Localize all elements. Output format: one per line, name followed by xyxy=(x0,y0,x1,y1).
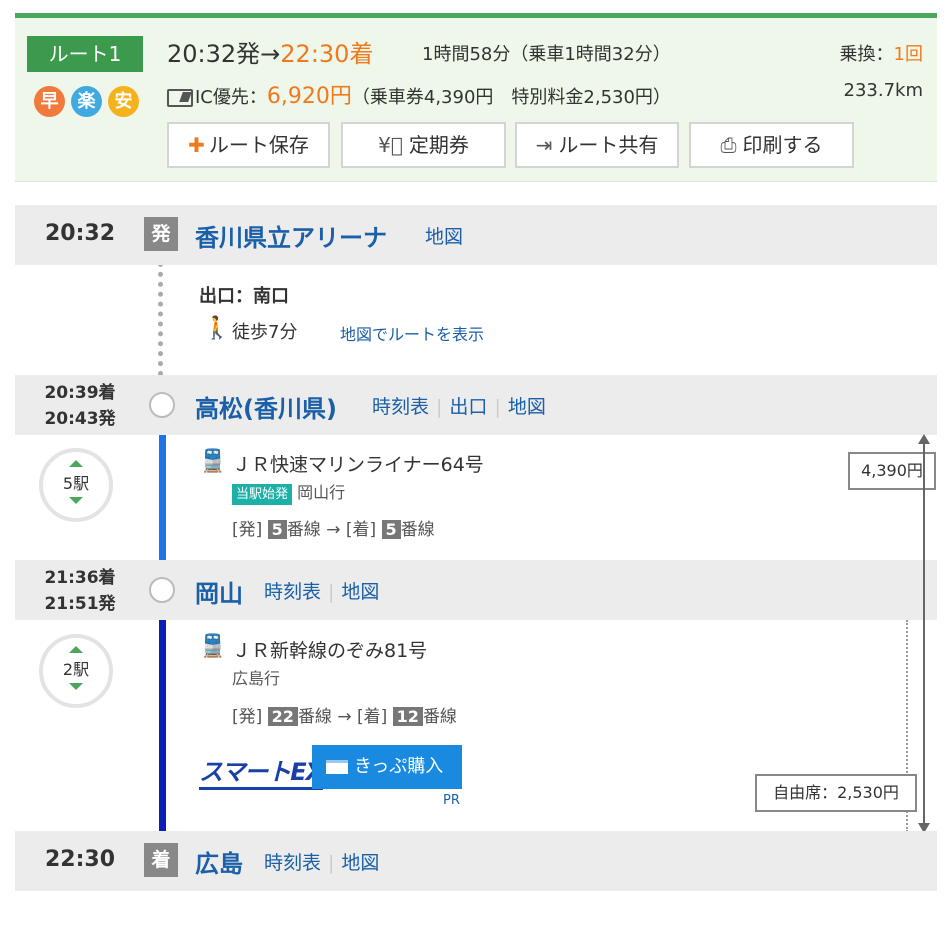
okayama-name[interactable]: 岡山 xyxy=(195,574,243,609)
arrive-badge: 着 xyxy=(144,843,178,877)
takamatsu-name[interactable]: 高松(香川県) xyxy=(195,389,337,424)
train-icon: 🚆 xyxy=(199,634,227,659)
map-link[interactable]: 地図 xyxy=(508,396,546,418)
origin-map-link[interactable]: 地図 xyxy=(425,226,463,248)
print-label: 印刷する xyxy=(742,133,823,157)
buy-ticket-button[interactable]: きっぷ購入 xyxy=(312,745,462,789)
takamatsu-arrive: 20:39着 xyxy=(44,383,116,403)
platform-info: [発] 5 番線 → [着] 5 番線 xyxy=(232,520,435,540)
fare-box: 自由席：2,530円 xyxy=(755,774,917,812)
ic-price: 6,920円 xyxy=(266,84,352,109)
station-node xyxy=(149,392,175,418)
okayama-links: 時刻表 | 地図 xyxy=(264,581,380,603)
duration: 1時間58分（乗車1時間32分） xyxy=(422,44,671,65)
distance: 233.7km xyxy=(843,80,924,101)
walk-icon: 🚶 xyxy=(203,316,231,341)
easy-icon: 楽 xyxy=(71,86,102,117)
origin-name[interactable]: 香川県立アリーナ xyxy=(195,218,387,253)
ic-label: IC優先： xyxy=(195,87,267,108)
cheap-icon: 安 xyxy=(108,86,139,117)
ic-breakdown: （乗車券4,390円 特別料金2,530円） xyxy=(351,87,671,108)
arrow: → xyxy=(260,40,281,68)
share-route-button[interactable]: ⇥ ルート共有 xyxy=(515,122,679,168)
commuter-pass-button[interactable]: ¥⃝ 定期券 xyxy=(341,122,506,168)
walk-line xyxy=(158,262,163,386)
walk-map-link[interactable]: 地図でルートを表示 xyxy=(340,321,484,345)
map-link[interactable]: 地図 xyxy=(341,581,379,603)
arrow-up-icon xyxy=(918,434,930,444)
map-link[interactable]: 地図 xyxy=(341,852,379,874)
origin-time: 20:32 xyxy=(44,221,116,246)
stop-count: 5駅 xyxy=(62,474,90,493)
transfer-value: 1回 xyxy=(893,44,923,65)
timetable-link[interactable]: 時刻表 xyxy=(372,396,429,418)
route-label[interactable]: ルート1 xyxy=(27,36,143,72)
okayama-arrive: 21:36着 xyxy=(44,568,116,588)
pr-label: PR xyxy=(443,793,460,808)
origin-station-row: 20:32 発 香川県立アリーナ 地図 xyxy=(15,205,937,265)
stop-count: 2駅 xyxy=(62,660,90,679)
expand-down-icon xyxy=(69,497,83,504)
exit-info: 出口：南口 xyxy=(199,286,289,307)
arrive-time: 22:30着 xyxy=(280,40,374,68)
timetable-link[interactable]: 時刻表 xyxy=(264,852,321,874)
transfer-label: 乗換： xyxy=(839,44,894,65)
route-times: 20:32発→22:30着 xyxy=(167,34,373,69)
train-name: ＪＲ快速マリンライナー64号 xyxy=(232,454,484,476)
save-route-button[interactable]: ✚ ルート保存 xyxy=(167,122,330,168)
buy-ticket-label: きっぷ購入 xyxy=(354,756,444,777)
ic-card-icon xyxy=(167,89,193,107)
train-dest: 広島行 xyxy=(232,669,281,688)
smartex-logo: スマートEX xyxy=(199,752,324,790)
walk-time: 徒歩7分 xyxy=(232,322,298,343)
route-summary: ルート1 早 楽 安 20:32発→22:30着 1時間58分（乗車1時間32分… xyxy=(15,13,937,182)
depart-badge: 発 xyxy=(144,217,178,251)
train-dest-row: 当駅始発 岡山行 xyxy=(232,479,346,505)
yen-card-icon: ¥⃝ xyxy=(378,133,403,157)
print-button[interactable]: ⎙ 印刷する xyxy=(689,122,854,168)
expand-up-icon xyxy=(69,460,83,467)
save-route-label: ルート保存 xyxy=(208,133,309,157)
expand-down-icon xyxy=(69,683,83,690)
okayama-depart: 21:51発 xyxy=(44,594,116,614)
card-icon xyxy=(326,760,348,774)
ic-fare: IC優先：6,920円（乗車券4,390円 特別料金2,530円） xyxy=(167,78,671,110)
hiroshima-time: 22:30 xyxy=(44,847,116,872)
timetable-link[interactable]: 時刻表 xyxy=(264,581,321,603)
share-route-label: ルート共有 xyxy=(558,133,659,157)
hiroshima-name[interactable]: 広島 xyxy=(195,844,243,879)
share-icon: ⇥ xyxy=(535,133,553,157)
fare-span-line xyxy=(923,442,925,824)
takamatsu-links: 時刻表 | 出口 | 地図 xyxy=(372,396,546,418)
hiroshima-links: 時刻表 | 地図 xyxy=(264,852,380,874)
train-icon: 🚆 xyxy=(199,449,227,474)
exit-link[interactable]: 出口 xyxy=(449,396,487,418)
stop-count-badge[interactable]: 5駅 xyxy=(39,448,113,522)
fast-icon: 早 xyxy=(34,86,65,117)
printer-icon: ⎙ xyxy=(720,133,737,157)
transfer-count: 乗換：1回 xyxy=(840,40,923,66)
stop-count-badge[interactable]: 2駅 xyxy=(39,634,113,708)
train-name: ＪＲ新幹線のぞみ81号 xyxy=(232,640,428,662)
expand-up-icon xyxy=(69,646,83,653)
platform-info: [発] 22 番線 → [着] 12 番線 xyxy=(232,707,457,727)
hiroshima-station-row: 22:30 着 広島 時刻表 | 地図 xyxy=(15,831,937,891)
train-dest: 岡山行 xyxy=(297,483,346,502)
station-node xyxy=(149,577,175,603)
commuter-pass-label: 定期券 xyxy=(408,133,469,157)
origin-links: 地図 xyxy=(425,222,463,249)
depart-time: 20:32発 xyxy=(167,40,261,68)
shinkansen-line xyxy=(159,590,166,852)
plus-icon: ✚ xyxy=(188,133,205,157)
origin-start-tag: 当駅始発 xyxy=(232,484,293,505)
takamatsu-depart: 20:43発 xyxy=(44,409,116,429)
